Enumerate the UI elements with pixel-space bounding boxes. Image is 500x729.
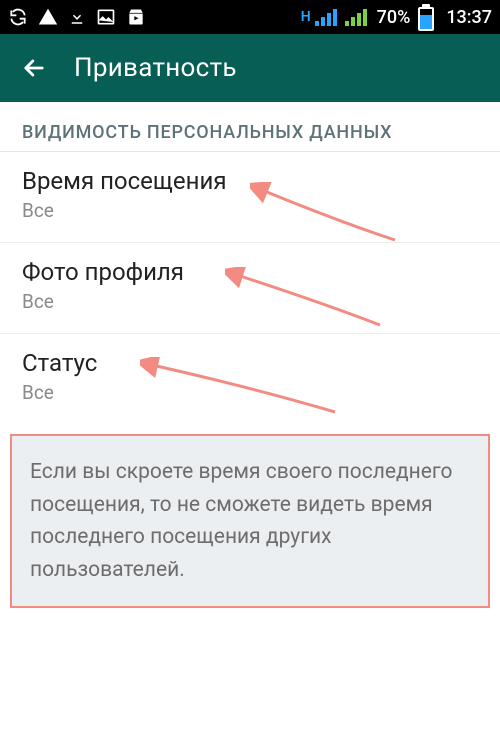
setting-profile-photo[interactable]: Фото профиля Все [0,243,500,334]
status-bar: H 70% 13:37 [0,0,500,34]
status-right: H 70% 13:37 [301,4,492,31]
setting-title: Статус [22,349,478,377]
setting-last-seen[interactable]: Время посещения Все [0,152,500,243]
battery-icon [418,4,434,31]
clock-time: 13:37 [446,7,492,28]
arrow-left-icon [20,54,48,82]
page-title: Приватность [74,53,237,83]
setting-status[interactable]: Статус Все [0,334,500,424]
signal-1-icon [315,8,337,26]
info-block-wrap: Если вы скроете время своего последнего … [0,424,500,618]
setting-value: Все [22,199,478,222]
app-bar: Приватность [0,34,500,102]
back-button[interactable] [14,48,54,88]
info-note: Если вы скроете время своего последнего … [10,434,490,608]
signal-2-icon [345,8,367,26]
setting-value: Все [22,381,478,404]
status-left [8,7,146,27]
sync-icon [8,7,28,27]
play-store-icon [126,7,146,27]
setting-title: Время посещения [22,167,478,195]
setting-value: Все [22,290,478,313]
network-h-label: H [301,9,311,25]
settings-list: Время посещения Все Фото профиля Все Ста… [0,152,500,424]
download-icon [68,7,86,27]
image-icon [96,7,116,27]
setting-title: Фото профиля [22,258,478,286]
warning-icon [38,7,58,27]
battery-percent: 70% [377,7,411,28]
section-header: ВИДИМОСТЬ ПЕРСОНАЛЬНЫХ ДАННЫХ [0,102,500,152]
